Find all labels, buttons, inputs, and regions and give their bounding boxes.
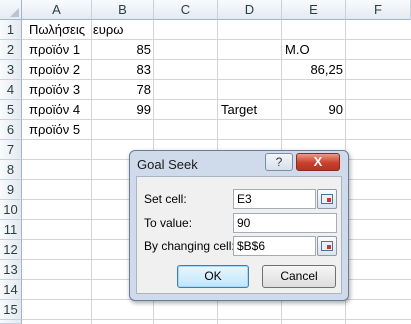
cell-d5[interactable]: Target: [218, 100, 260, 120]
cell-b3[interactable]: 83: [92, 60, 154, 80]
row-header-4[interactable]: 4: [0, 80, 22, 100]
cell-e2[interactable]: M.O: [282, 40, 313, 60]
by-changing-cell-input[interactable]: $B$6: [233, 236, 316, 256]
column-header-a[interactable]: A: [22, 0, 92, 20]
select-all-corner[interactable]: [0, 0, 22, 20]
row-header-8[interactable]: 8: [0, 160, 22, 180]
cell-a5[interactable]: προϊόν 4: [26, 100, 83, 120]
close-button[interactable]: X: [296, 153, 340, 171]
range-select-icon: [321, 241, 333, 251]
set-cell-input[interactable]: E3: [233, 189, 316, 209]
row-header-5[interactable]: 5: [0, 100, 22, 120]
cell-b4[interactable]: 78: [92, 80, 154, 100]
row-header-6[interactable]: 6: [0, 120, 22, 140]
column-header-f[interactable]: F: [346, 0, 411, 20]
range-select-icon: [321, 194, 333, 204]
cell-b5[interactable]: 99: [92, 100, 154, 120]
ok-button[interactable]: OK: [177, 265, 249, 288]
dialog-body: Set cell: E3 To value: 90 By changing ce…: [136, 176, 342, 294]
by-changing-cell-label: By changing cell:: [144, 239, 235, 253]
row-header-10[interactable]: 10: [0, 200, 22, 220]
row-header-11[interactable]: 11: [0, 220, 22, 240]
cell-e3[interactable]: 86,25: [282, 60, 346, 80]
row-header-1[interactable]: 1: [0, 20, 22, 40]
cell-e5[interactable]: 90: [282, 100, 346, 120]
row-header-3[interactable]: 3: [0, 60, 22, 80]
row-header-16[interactable]: 16: [0, 320, 22, 324]
cell-b1[interactable]: ευρω: [90, 20, 126, 40]
row-header-14[interactable]: 14: [0, 280, 22, 300]
row-header-2[interactable]: 2: [0, 40, 22, 60]
row-header-7[interactable]: 7: [0, 140, 22, 160]
row-header-15[interactable]: 15: [0, 300, 22, 320]
select-all-triangle-icon: [10, 8, 19, 17]
goal-seek-dialog: Goal Seek ? X Set cell: E3 To value: 90 …: [129, 150, 349, 301]
cancel-button[interactable]: Cancel: [262, 265, 336, 288]
help-button[interactable]: ?: [265, 153, 293, 171]
cell-a2[interactable]: προϊόν 1: [26, 40, 83, 60]
cell-a1[interactable]: Πωλήσεις: [26, 20, 88, 40]
column-header-c[interactable]: C: [154, 0, 218, 20]
row-header-12[interactable]: 12: [0, 240, 22, 260]
grid-line: [22, 319, 411, 320]
cell-a3[interactable]: προϊόν 2: [26, 60, 83, 80]
set-cell-collapse-button[interactable]: [317, 189, 337, 209]
to-value-label: To value:: [144, 216, 193, 230]
column-header-e[interactable]: E: [282, 0, 346, 20]
cell-b2[interactable]: 85: [92, 40, 154, 60]
row-header-9[interactable]: 9: [0, 180, 22, 200]
cell-a6[interactable]: προϊόν 5: [26, 120, 83, 140]
cell-a4[interactable]: προϊόν 3: [26, 80, 83, 100]
set-cell-label: Set cell:: [144, 192, 187, 206]
dialog-title: Goal Seek: [137, 157, 198, 172]
to-value-input[interactable]: 90: [233, 213, 337, 233]
column-header-d[interactable]: D: [218, 0, 282, 20]
column-header-b[interactable]: B: [92, 0, 154, 20]
row-header-13[interactable]: 13: [0, 260, 22, 280]
by-changing-cell-collapse-button[interactable]: [317, 236, 337, 256]
